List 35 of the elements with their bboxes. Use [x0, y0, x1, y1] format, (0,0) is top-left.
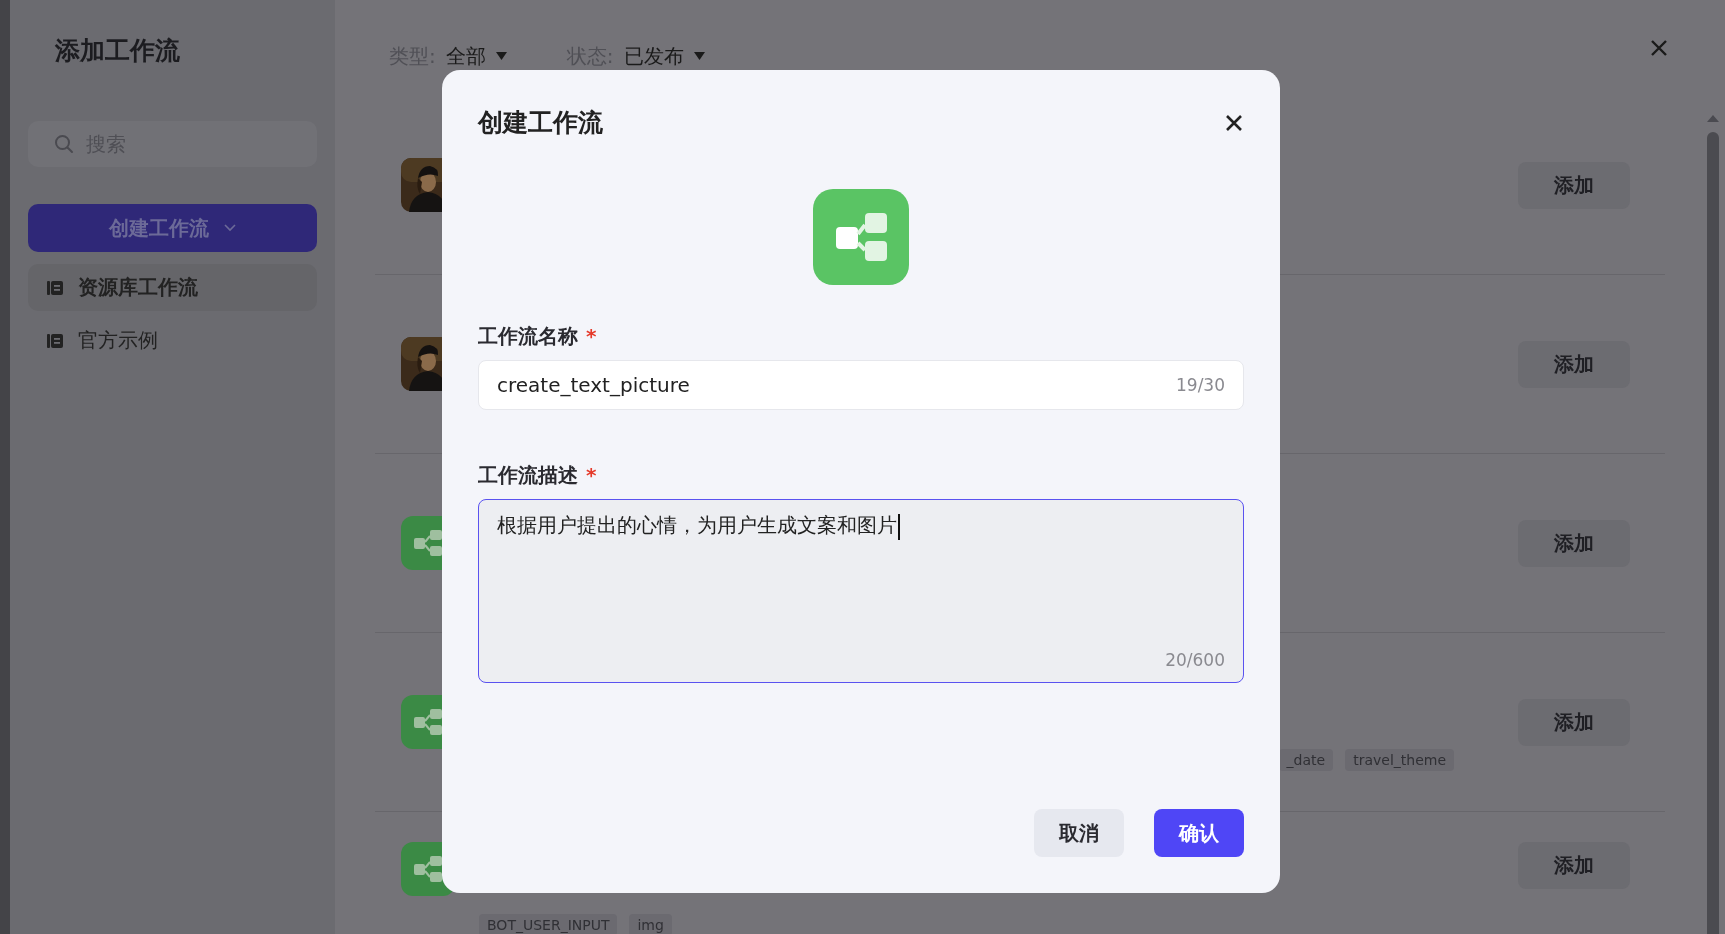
cancel-button[interactable]: 取消: [1034, 809, 1124, 857]
character-counter: 20/600: [1165, 650, 1225, 670]
add-button[interactable]: 添加: [1518, 161, 1630, 209]
add-button[interactable]: 添加: [1518, 340, 1630, 388]
caret-icon: [495, 52, 507, 60]
workflow-icon: [813, 189, 909, 285]
add-button[interactable]: 添加: [1518, 519, 1630, 567]
book-icon: [46, 331, 64, 350]
add-button[interactable]: 添加: [1518, 698, 1630, 746]
chevron-down-icon: [222, 223, 237, 233]
tag: _date: [1278, 749, 1334, 771]
nav-item[interactable]: 资源库工作流: [28, 264, 317, 311]
character-counter: 19/30: [1176, 375, 1225, 395]
drawer-title: 添加工作流: [55, 35, 181, 67]
tag: img: [629, 914, 672, 934]
required-mark: *: [586, 463, 597, 487]
required-mark: *: [586, 324, 597, 348]
filter-dropdown[interactable]: 全部: [445, 42, 507, 70]
filter-dropdown[interactable]: 已发布: [623, 42, 705, 70]
text-cursor: [898, 513, 900, 540]
tag: travel_theme: [1345, 749, 1454, 771]
tag: BOT_USER_INPUT: [479, 914, 618, 934]
nav-item[interactable]: 官方示例: [28, 317, 317, 364]
search-icon: [54, 134, 74, 154]
dialog-title: 创建工作流: [478, 107, 603, 139]
add-button[interactable]: 添加: [1518, 842, 1630, 889]
name-field[interactable]: create_text_picture 19/30: [478, 360, 1244, 410]
description-field[interactable]: 根据用户提出的心情，为用户生成文案和图片 20/600: [478, 499, 1244, 683]
book-icon: [46, 278, 64, 297]
confirm-button[interactable]: 确认: [1154, 809, 1244, 857]
create-workflow-button[interactable]: 创建工作流: [28, 204, 317, 252]
close-icon[interactable]: [1224, 112, 1244, 133]
field-label: 工作流描述 *: [478, 462, 598, 489]
field-label: 工作流名称 *: [478, 323, 598, 350]
caret-icon: [693, 52, 705, 60]
